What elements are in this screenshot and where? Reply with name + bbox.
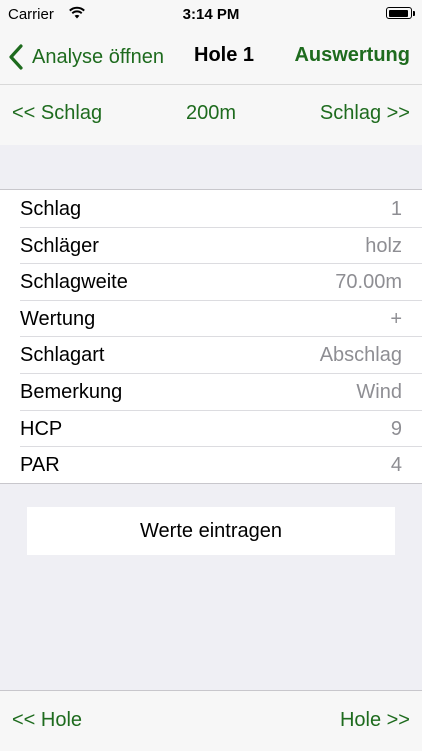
- stroke-details-table: Schlag 1 Schläger holz Schlagweite 70.00…: [0, 189, 422, 484]
- detail-label: HCP: [20, 417, 63, 440]
- detail-row-schlagart: Schlagart Abschlag: [0, 336, 422, 373]
- detail-value: 4: [390, 454, 402, 477]
- stroke-navigation: << Schlag 200m Schlag >>: [0, 84, 422, 145]
- detail-label: Schlagart: [20, 344, 105, 367]
- detail-label: Schläger: [20, 234, 99, 257]
- detail-row-hcp: HCP 9: [0, 409, 422, 447]
- detail-row-schlagweite: Schlagweite 70.00m: [0, 263, 422, 300]
- detail-label: PAR: [20, 454, 60, 477]
- hole-navigation: << Hole Hole >>: [0, 690, 422, 751]
- battery-icon: [386, 7, 415, 19]
- detail-value: holz: [365, 234, 402, 257]
- detail-row-bemerkung: Bemerkung Wind: [0, 372, 422, 410]
- detail-row-schlag: Schlag 1: [0, 190, 422, 227]
- auswertung-button[interactable]: Auswertung: [294, 44, 410, 67]
- detail-value: Wind: [356, 380, 402, 403]
- status-bar: Carrier 3:14 PM: [0, 0, 422, 30]
- detail-value: Abschlag: [319, 344, 402, 367]
- detail-label: Schlag: [20, 198, 82, 220]
- detail-label: Schlagweite: [20, 271, 128, 294]
- detail-value: 1: [390, 198, 402, 220]
- detail-row-par: PAR 4: [0, 446, 422, 483]
- back-button-label: Analyse öffnen: [32, 45, 164, 68]
- back-button[interactable]: Analyse öffnen: [8, 39, 164, 75]
- page-title: Hole 1: [194, 44, 255, 66]
- detail-value: +: [390, 307, 402, 330]
- previous-hole-button[interactable]: << Hole: [12, 709, 82, 732]
- detail-row-schlaeger: Schläger holz: [0, 226, 422, 264]
- detail-row-wertung: Wertung +: [0, 299, 422, 337]
- next-hole-button[interactable]: Hole >>: [340, 709, 410, 732]
- next-stroke-button[interactable]: Schlag >>: [320, 102, 410, 125]
- navigation-bar: Analyse öffnen Hole 1 Auswertung: [0, 30, 422, 84]
- detail-label: Wertung: [20, 307, 96, 330]
- detail-value: 70.00m: [335, 271, 402, 294]
- enter-values-button[interactable]: Werte eintragen: [27, 507, 395, 555]
- detail-value: 9: [390, 417, 402, 440]
- chevron-left-icon: [9, 44, 23, 70]
- status-time: 3:14 PM: [182, 6, 240, 23]
- detail-label: Bemerkung: [20, 380, 123, 403]
